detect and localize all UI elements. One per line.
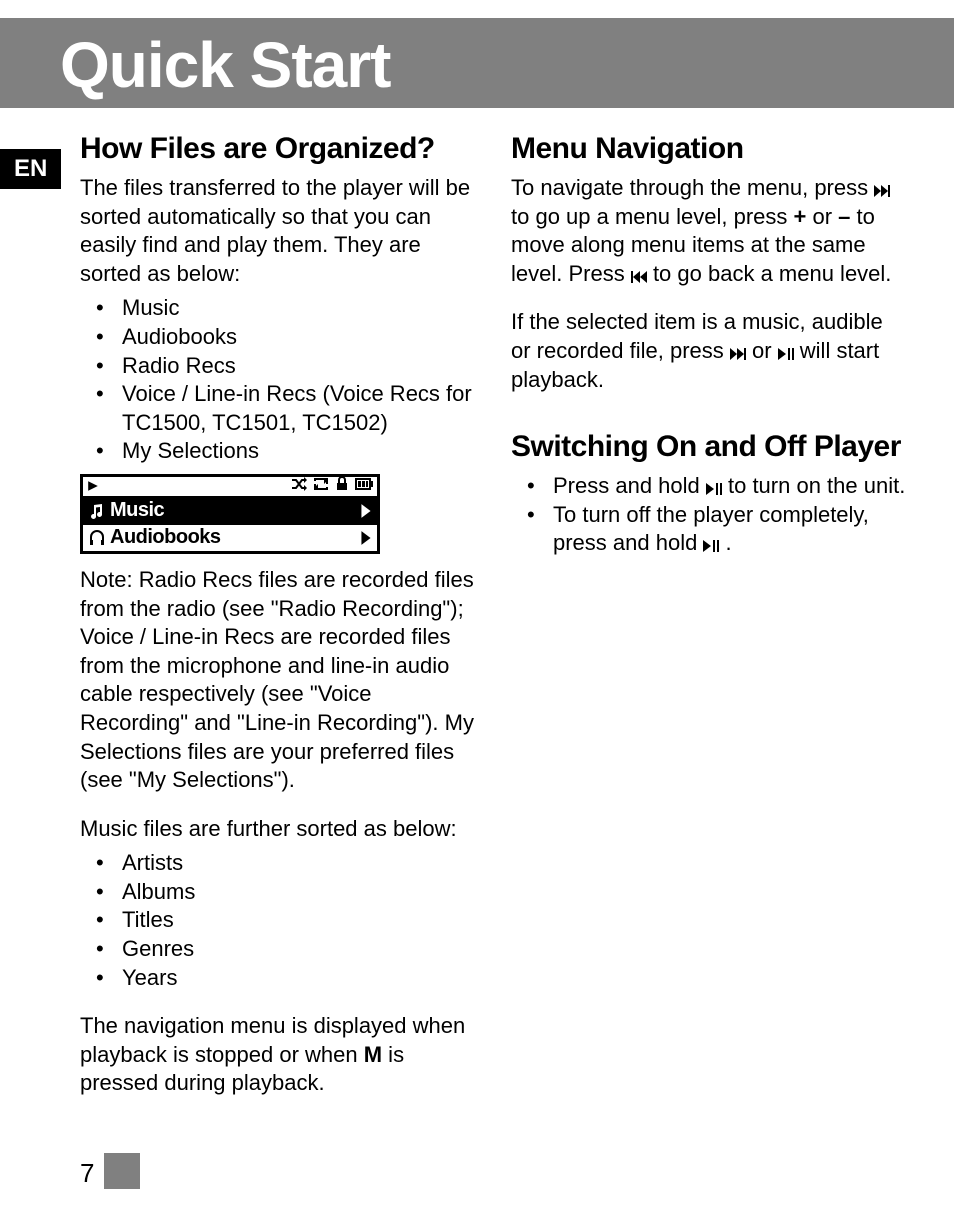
shuffle-icon <box>291 477 307 496</box>
play-indicator-icon <box>87 480 99 492</box>
page-title: Quick Start <box>60 28 894 102</box>
list-item: Voice / Line-in Recs (Voice Recs for TC1… <box>92 380 475 437</box>
player-lcd-illustration: Music Audiobooks <box>80 474 380 554</box>
battery-icon <box>355 477 373 495</box>
title-banner: Quick Start <box>0 0 954 108</box>
right-column: Menu Navigation To navigate through the … <box>511 132 906 1104</box>
lcd-row-label: Music <box>110 499 164 522</box>
play-pause-icon <box>703 530 719 555</box>
music-note-icon <box>88 502 106 520</box>
list-item: Audiobooks <box>92 323 475 352</box>
skip-back-icon <box>631 261 647 286</box>
repeat-icon <box>313 477 329 496</box>
lcd-row-audiobooks: Audiobooks <box>83 525 377 551</box>
list-item: Albums <box>92 878 475 907</box>
skip-forward-icon <box>730 338 746 363</box>
m-button-label: M <box>364 1042 382 1067</box>
lcd-status-bar <box>83 477 377 499</box>
chevron-right-icon <box>360 503 372 519</box>
heading-files-organized: How Files are Organized? <box>80 132 475 166</box>
list-item: Years <box>92 964 475 993</box>
list-item: Genres <box>92 935 475 964</box>
heading-menu-navigation: Menu Navigation <box>511 132 906 166</box>
left-column: How Files are Organized? The files trans… <box>80 132 475 1104</box>
list-item: Press and hold to turn on the unit. <box>523 472 906 501</box>
list-item: Titles <box>92 906 475 935</box>
language-badge: EN <box>0 149 61 189</box>
list-item: Radio Recs <box>92 352 475 381</box>
music-sort-list: Artists Albums Titles Genres Years <box>80 849 475 992</box>
chevron-right-icon <box>360 530 372 546</box>
page-footer: 7 <box>80 1153 140 1189</box>
music-sort-intro: Music files are further sorted as below: <box>80 815 475 844</box>
list-item: To turn off the player completely, press… <box>523 501 906 558</box>
note-paragraph: Note: Radio Recs files are recorded file… <box>80 566 475 795</box>
list-item: Music <box>92 294 475 323</box>
intro-paragraph: The files transferred to the player will… <box>80 174 475 288</box>
heading-switching-on-off: Switching On and Off Player <box>511 430 906 464</box>
headphones-icon <box>88 529 106 547</box>
switch-list: Press and hold to turn on the unit. To t… <box>511 472 906 558</box>
list-item: My Selections <box>92 437 475 466</box>
footer-square-decoration <box>104 1153 140 1189</box>
play-pause-icon <box>706 473 722 498</box>
lcd-row-label: Audiobooks <box>110 526 221 549</box>
page-number: 7 <box>80 1158 94 1189</box>
menu-nav-paragraph-2: If the selected item is a music, audible… <box>511 308 906 394</box>
nav-menu-paragraph: The navigation menu is displayed when pl… <box>80 1012 475 1098</box>
categories-list: Music Audiobooks Radio Recs Voice / Line… <box>80 294 475 466</box>
menu-nav-paragraph-1: To navigate through the menu, press to g… <box>511 174 906 288</box>
lock-icon <box>335 477 349 496</box>
play-pause-icon <box>778 338 794 363</box>
list-item: Artists <box>92 849 475 878</box>
skip-forward-icon <box>874 175 890 200</box>
lcd-row-music: Music <box>83 499 377 525</box>
